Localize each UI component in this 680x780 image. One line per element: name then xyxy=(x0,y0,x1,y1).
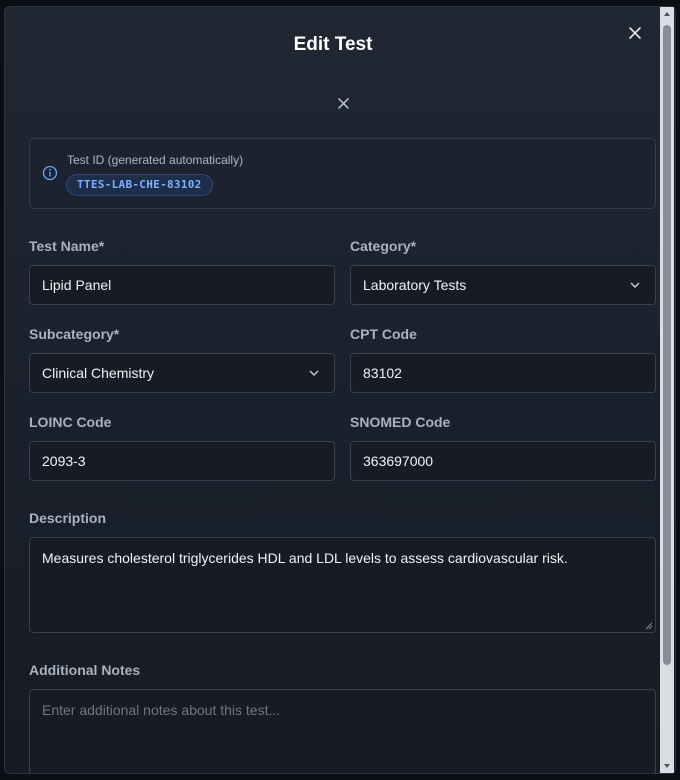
subcategory-label: Subcategory* xyxy=(29,326,120,342)
category-select[interactable]: Laboratory Tests xyxy=(350,265,656,305)
description-value: Measures cholesterol triglycerides HDL a… xyxy=(42,550,568,566)
test-name-value: Lipid Panel xyxy=(42,277,112,293)
resize-handle-icon[interactable] xyxy=(645,622,653,630)
chevron-down-icon xyxy=(309,370,319,376)
scroll-down-arrow-icon[interactable] xyxy=(660,759,674,773)
cpt-code-label: CPT Code xyxy=(350,326,417,342)
category-label: Category* xyxy=(350,238,417,254)
subcategory-select[interactable]: Clinical Chemistry xyxy=(29,353,335,393)
scrollbar[interactable] xyxy=(660,7,674,773)
test-id-panel: Test ID (generated automatically) TTES-L… xyxy=(29,138,656,209)
loinc-code-field[interactable]: 2093-3 xyxy=(29,441,335,481)
modal-title: Edit Test xyxy=(293,34,373,55)
scroll-up-arrow-icon[interactable] xyxy=(660,7,674,21)
description-label: Description xyxy=(29,510,107,526)
additional-notes-textarea[interactable]: Enter additional notes about this test..… xyxy=(29,689,656,773)
edit-test-modal: Edit Test Test ID (generated automatical… xyxy=(4,6,676,774)
description-textarea[interactable]: Measures cholesterol triglycerides HDL a… xyxy=(29,537,656,633)
test-name-field[interactable]: Lipid Panel xyxy=(29,265,335,305)
snomed-code-field[interactable]: 363697000 xyxy=(350,441,656,481)
cpt-code-value: 83102 xyxy=(363,365,402,381)
subcategory-value: Clinical Chemistry xyxy=(42,365,155,381)
close-icon[interactable] xyxy=(334,94,352,112)
snomed-code-label: SNOMED Code xyxy=(350,414,451,430)
info-icon xyxy=(42,165,58,181)
category-value: Laboratory Tests xyxy=(363,277,467,293)
loinc-code-label: LOINC Code xyxy=(29,414,112,430)
cpt-code-field[interactable]: 83102 xyxy=(350,353,656,393)
additional-notes-placeholder: Enter additional notes about this test..… xyxy=(42,702,281,718)
test-id-label: Test ID (generated automatically) xyxy=(67,153,244,167)
test-name-label: Test Name* xyxy=(29,238,105,254)
close-icon[interactable] xyxy=(626,24,644,42)
loinc-code-value: 2093-3 xyxy=(42,453,86,469)
chevron-down-icon xyxy=(630,282,640,288)
test-id-badge: TTES-LAB-CHE-83102 xyxy=(66,174,213,196)
additional-notes-label: Additional Notes xyxy=(29,662,141,678)
scrollbar-thumb[interactable] xyxy=(663,25,671,665)
snomed-code-value: 363697000 xyxy=(363,453,434,469)
